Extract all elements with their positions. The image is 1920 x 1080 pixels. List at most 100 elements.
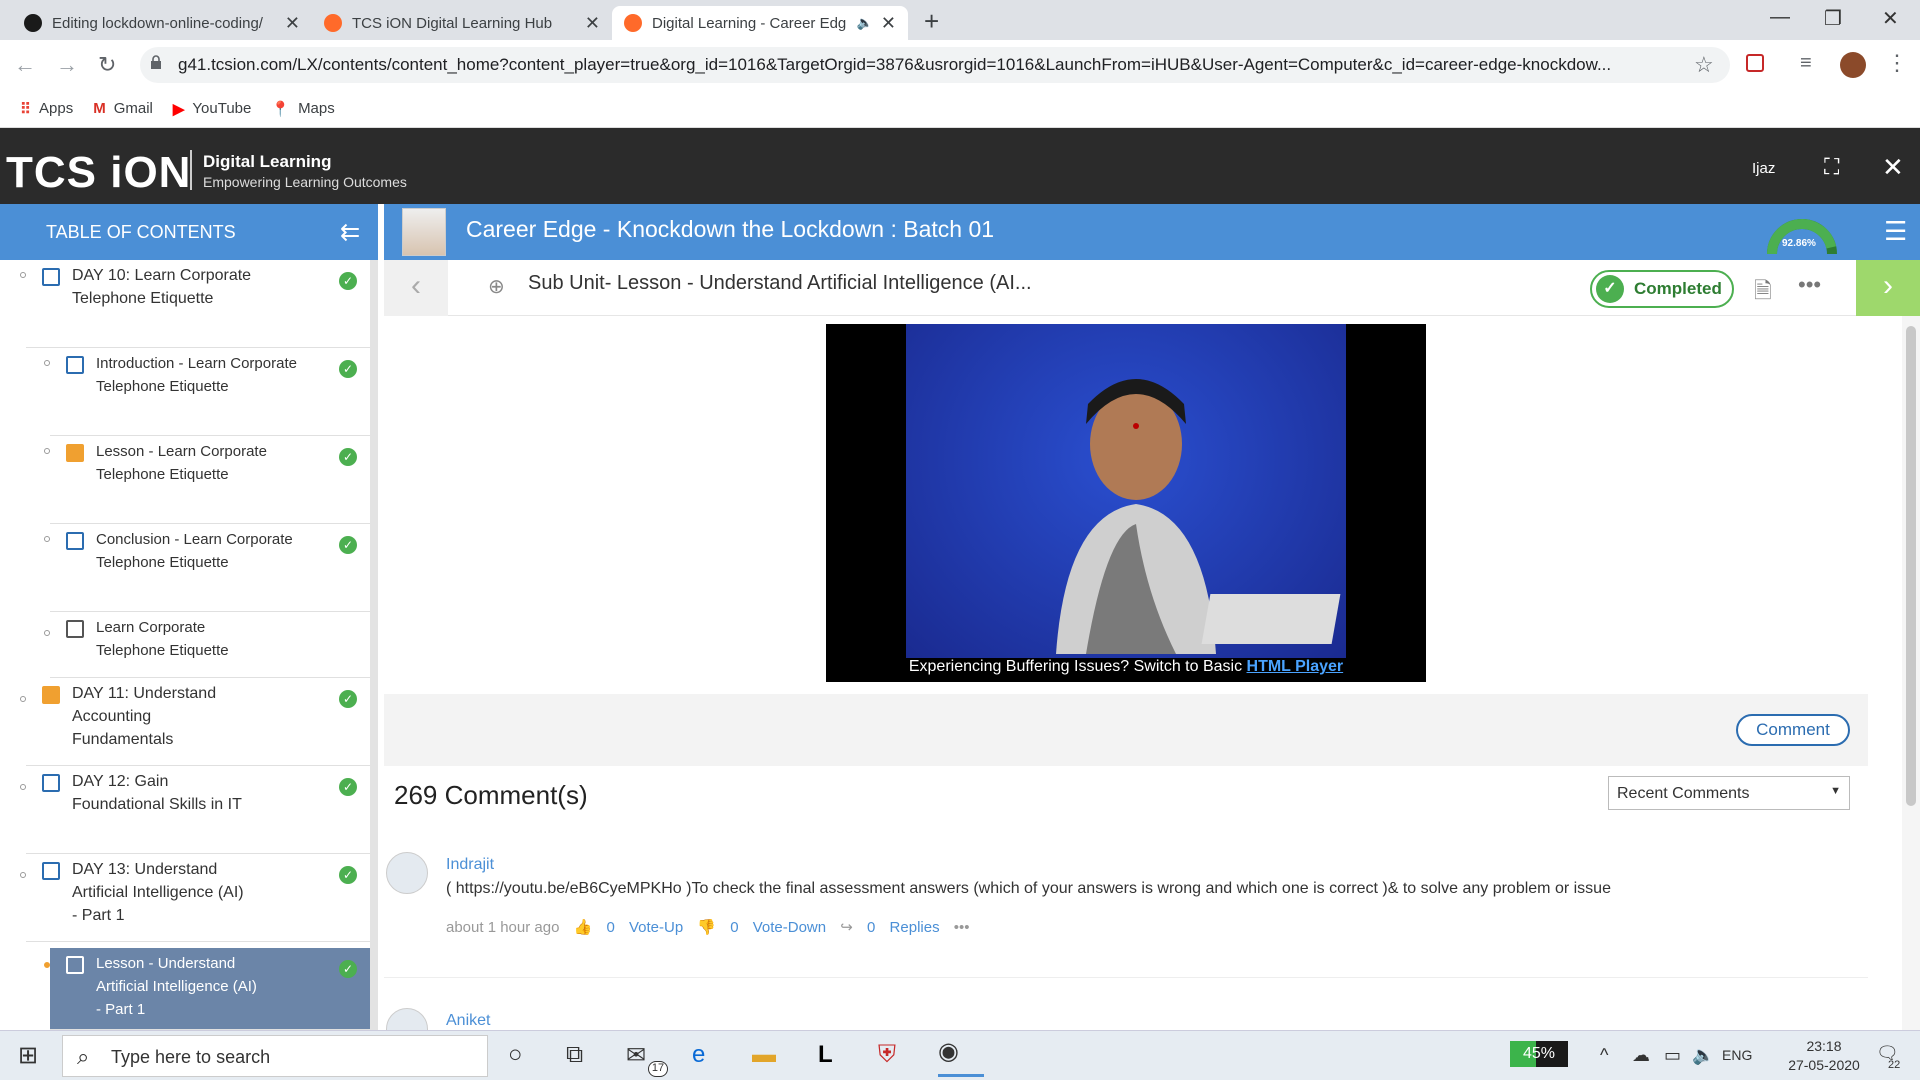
document-icon — [42, 774, 60, 792]
replies-button[interactable]: Replies — [890, 919, 940, 936]
bookmark-maps[interactable]: 📍 Maps — [271, 100, 334, 118]
tree-dot-current — [44, 962, 50, 968]
thumbs-down-icon[interactable]: 👎 — [697, 919, 716, 936]
telephone-image — [1201, 594, 1341, 644]
media-icon[interactable]: ≡ — [1800, 52, 1812, 75]
chrome-icon[interactable]: ◉ — [938, 1037, 984, 1077]
windows-start-icon[interactable]: ⊞ — [18, 1041, 38, 1070]
document-icon — [66, 356, 84, 374]
close-icon[interactable]: ✕ — [285, 13, 300, 34]
comment-text: ( https://youtu.be/eB6CyeMPKHo )To check… — [446, 880, 1611, 897]
maximize-icon[interactable]: ❐ — [1824, 6, 1842, 31]
comment-button[interactable]: Comment — [1736, 714, 1850, 746]
toc-item-label: Lesson - Learn Corporate Telephone Etiqu… — [96, 443, 267, 483]
completed-label: Completed — [1634, 279, 1722, 298]
close-icon[interactable]: ✕ — [881, 13, 896, 34]
navigation-bar: ← → ↻ g41.tcsion.com/LX/contents/content… — [0, 40, 1920, 90]
clock[interactable]: 23:18 27-05-2020 — [1776, 1037, 1872, 1075]
star-icon[interactable]: ☆ — [1694, 52, 1714, 78]
buffering-text: Experiencing Buffering Issues? Switch to… — [908, 658, 1247, 675]
close-icon[interactable]: ✕ — [1882, 152, 1904, 183]
battery-icon[interactable]: ▭ — [1664, 1045, 1681, 1066]
toc-item-day11[interactable]: DAY 11: Understand Accounting Fundamenta… — [26, 678, 370, 766]
bookmark-gmail[interactable]: M Gmail — [93, 100, 153, 117]
share-icon[interactable]: ↪ — [840, 919, 853, 936]
more-options-icon[interactable]: ••• — [1798, 272, 1821, 298]
new-tab-button[interactable]: + — [924, 6, 939, 37]
scrollbar[interactable] — [1902, 316, 1920, 1030]
thumbs-up-icon[interactable]: 👍 — [574, 919, 593, 936]
toc-item-label: DAY 12: Gain Foundational Skills in IT — [72, 773, 242, 813]
language-indicator[interactable]: ENG — [1722, 1047, 1752, 1063]
toc-item-label: Conclusion - Learn Corporate Telephone E… — [96, 531, 293, 571]
sort-select[interactable]: Recent Comments ▼ — [1608, 776, 1850, 810]
l-app-icon[interactable]: L — [818, 1041, 833, 1069]
browser-tab-1[interactable]: Editing lockdown-online-coding/ ✕ — [12, 6, 312, 40]
mail-icon[interactable]: ✉ — [626, 1041, 646, 1070]
video-lesson-icon — [66, 444, 84, 462]
html-player-link[interactable]: HTML Player — [1247, 658, 1344, 675]
toc-item-day12[interactable]: DAY 12: Gain Foundational Skills in IT ✓ — [26, 766, 370, 854]
completed-badge: ✓ Completed — [1590, 270, 1734, 308]
toc-item-lesson[interactable]: Lesson - Learn Corporate Telephone Etiqu… — [50, 436, 370, 524]
file-explorer-icon[interactable]: ▬ — [752, 1041, 776, 1069]
maps-icon: 📍 — [271, 100, 291, 118]
browser-tab-bar: Editing lockdown-online-coding/ ✕ TCS iO… — [0, 0, 1920, 40]
volume-icon[interactable]: 🔈 — [1692, 1045, 1714, 1066]
downvote-button[interactable]: Vote-Down — [753, 919, 826, 936]
toc-item-assessment[interactable]: Learn Corporate Telephone Etiquette — [50, 612, 370, 678]
collapse-toc-icon[interactable]: ⇇ — [340, 218, 360, 247]
next-button[interactable]: › — [1856, 260, 1920, 316]
bookmark-label: Maps — [298, 100, 335, 117]
upvote-button[interactable]: Vote-Up — [629, 919, 683, 936]
add-note-icon[interactable]: 🗎 — [1754, 274, 1772, 312]
hamburger-menu-icon[interactable]: ☰ — [1884, 216, 1907, 247]
toc-item-intro[interactable]: Introduction - Learn Corporate Telephone… — [50, 348, 370, 436]
lesson-title: Sub Unit- Lesson - Understand Artificial… — [528, 272, 1032, 294]
toc-item-conclusion[interactable]: Conclusion - Learn Corporate Telephone E… — [50, 524, 370, 612]
bookmark-youtube[interactable]: ▶ YouTube — [173, 100, 252, 118]
video-player[interactable]: Experiencing Buffering Issues? Switch to… — [826, 324, 1426, 682]
scrollbar-thumb[interactable] — [1906, 326, 1916, 806]
toc-item-day13[interactable]: DAY 13: Understand Artificial Intelligen… — [26, 854, 370, 942]
mcafee-icon[interactable]: ⛨ — [878, 1041, 896, 1069]
comment-author[interactable]: Aniket — [446, 1012, 490, 1030]
toc-item-day10[interactable]: DAY 10: Learn Corporate Telephone Etique… — [26, 260, 370, 348]
replies-count: 0 — [867, 919, 876, 936]
tcsion-icon — [624, 14, 642, 32]
more-icon[interactable]: ••• — [954, 919, 970, 936]
comment-author[interactable]: Indrajit — [446, 856, 494, 874]
logo-title: Digital Learning — [203, 152, 332, 171]
toc-item-label: DAY 13: Understand Artificial Intelligen… — [72, 861, 244, 924]
task-view-icon[interactable]: ⧉ — [566, 1041, 583, 1069]
taskbar-search[interactable]: ⌕ Type here to search — [62, 1035, 488, 1077]
bookmark-apps[interactable]: ⠿ Apps — [20, 100, 73, 118]
cortana-icon[interactable]: ○ — [508, 1041, 523, 1069]
battery-indicator[interactable]: 45% — [1510, 1041, 1568, 1067]
forward-icon[interactable]: → — [56, 52, 78, 78]
reload-icon[interactable]: ↻ — [98, 52, 116, 78]
speaker-icon[interactable]: 🔈 — [857, 15, 873, 31]
user-name[interactable]: Ijaz — [1752, 160, 1775, 177]
fullscreen-icon[interactable]: ⛶ — [1824, 154, 1839, 180]
extension-icon[interactable] — [1746, 54, 1764, 72]
edge-icon[interactable]: e — [692, 1041, 705, 1069]
tcsion-logo: TCS iON — [6, 148, 192, 197]
profile-avatar[interactable] — [1840, 52, 1866, 78]
menu-icon[interactable]: ⋮ — [1886, 50, 1908, 76]
course-thumbnail — [402, 208, 446, 256]
globe-icon: ⊕ — [488, 276, 505, 298]
minimize-icon[interactable]: — — [1770, 6, 1790, 29]
previous-button[interactable]: ‹ — [384, 260, 448, 316]
check-icon: ✓ — [1596, 275, 1624, 303]
chevron-up-icon[interactable]: ^ — [1600, 1045, 1608, 1066]
close-window-icon[interactable]: ✕ — [1882, 6, 1899, 31]
back-icon[interactable]: ← — [14, 52, 36, 78]
browser-tab-active[interactable]: Digital Learning - Career Edg 🔈 ✕ — [612, 6, 908, 40]
close-icon[interactable]: ✕ — [585, 13, 600, 34]
network-icon[interactable]: ☁ — [1632, 1045, 1650, 1066]
toc-item-current-lesson[interactable]: Lesson - Understand Artificial Intellige… — [50, 948, 370, 1030]
comment-item: Aniket — [384, 1008, 1868, 1030]
url-field[interactable]: g41.tcsion.com/LX/contents/content_home?… — [140, 47, 1730, 83]
browser-tab-2[interactable]: TCS iON Digital Learning Hub ✕ — [312, 6, 612, 40]
